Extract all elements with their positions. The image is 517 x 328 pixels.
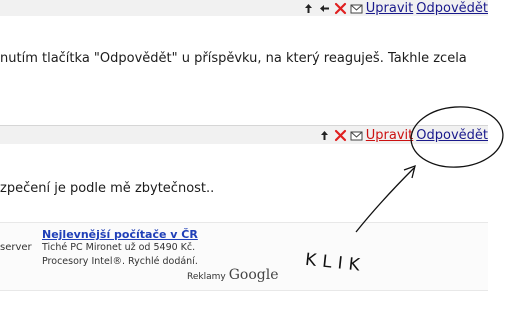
reply-link[interactable]: Odpovědět [416, 128, 488, 143]
ad-title-link[interactable]: Nejlevnější počítače v ČR [42, 228, 198, 241]
reply-arrow-icon[interactable] [318, 2, 331, 15]
ad-credit-label: Reklamy [187, 272, 226, 282]
post-toolbar: Upravit Odpovědět [0, 0, 488, 16]
edit-link[interactable]: Upravit [366, 1, 413, 16]
arrow-up-icon[interactable] [318, 129, 331, 142]
post-body-text: zpečení je podle mě zbytečnost.. [0, 181, 215, 196]
ad-credit[interactable]: Reklamy Google [187, 267, 278, 283]
email-icon[interactable] [350, 2, 363, 15]
post-actions: Upravit Odpovědět [318, 126, 488, 144]
annotation-arrowhead [403, 164, 416, 179]
ad-line: Tiché PC Mironet už od 5490 Kč. [42, 242, 196, 253]
arrow-up-icon[interactable] [302, 2, 315, 15]
close-icon[interactable] [334, 129, 347, 142]
post-body-text: nutím tlačítka "Odpovědět" u příspěvku, … [0, 51, 467, 66]
post-actions: Upravit Odpovědět [302, 0, 488, 17]
ad-credit-brand: Google [228, 267, 279, 283]
ad-line: Procesory Intel®. Rychlé dodání. [42, 256, 198, 267]
post-toolbar: Upravit Odpovědět [0, 125, 488, 144]
ad-box: server Nejlevnější počítače v ČR Tiché P… [0, 222, 488, 291]
close-icon[interactable] [334, 2, 347, 15]
email-icon[interactable] [350, 129, 363, 142]
reply-link[interactable]: Odpovědět [416, 1, 488, 16]
ad-left-text: server [0, 242, 32, 253]
edit-link[interactable]: Upravit [366, 128, 413, 143]
